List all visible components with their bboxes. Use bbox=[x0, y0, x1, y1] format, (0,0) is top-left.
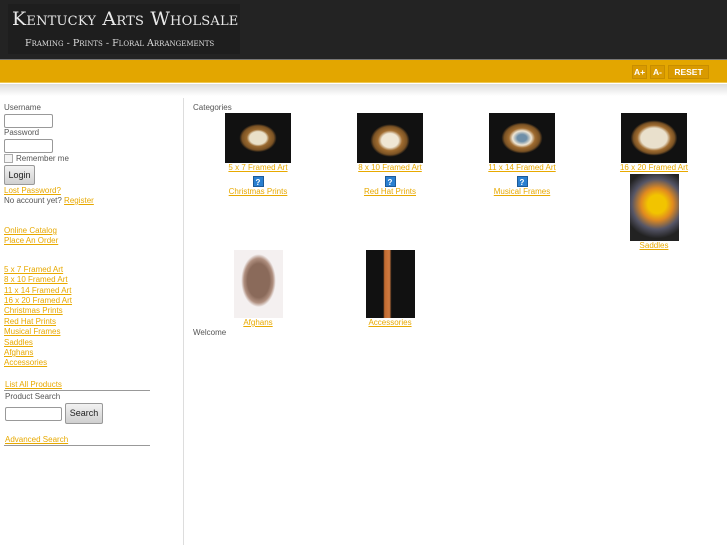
menu-christmas-prints[interactable]: Christmas Prints bbox=[4, 306, 63, 315]
product-search-label: Product Search bbox=[5, 392, 61, 401]
afghan-image[interactable] bbox=[233, 250, 283, 318]
menu-musical-frames[interactable]: Musical Frames bbox=[4, 327, 60, 336]
category-link[interactable]: Saddles bbox=[640, 241, 669, 250]
font-size-bar: A+ A- RESET bbox=[0, 59, 727, 83]
menu-afghans[interactable]: Afghans bbox=[4, 348, 33, 357]
floral-arrangement-image[interactable] bbox=[629, 174, 679, 241]
remember-me-label: Remember me bbox=[16, 154, 69, 163]
category-5x7[interactable]: 5 x 7 Framed Art bbox=[198, 113, 318, 172]
framed-art-image[interactable] bbox=[621, 113, 687, 163]
category-afghans[interactable]: Afghans bbox=[198, 250, 318, 327]
category-musical-frames[interactable]: ? Musical Frames bbox=[462, 176, 582, 196]
nav-place-order[interactable]: Place An Order bbox=[4, 236, 58, 245]
category-11x14[interactable]: 11 x 14 Framed Art bbox=[462, 113, 582, 172]
site-header: Kentucky Arts Wholsale Framing - Prints … bbox=[0, 0, 727, 59]
category-link[interactable]: 5 x 7 Framed Art bbox=[228, 163, 287, 172]
category-accessories[interactable]: Accessories bbox=[330, 250, 450, 327]
no-account-label: No account yet? bbox=[4, 196, 62, 205]
category-link[interactable]: Christmas Prints bbox=[229, 187, 288, 196]
menu-saddles[interactable]: Saddles bbox=[4, 338, 33, 347]
menu-11x14[interactable]: 11 x 14 Framed Art bbox=[4, 286, 71, 295]
category-red-hat-prints[interactable]: ? Red Hat Prints bbox=[330, 176, 450, 196]
search-button[interactable]: Search bbox=[65, 403, 103, 424]
divider bbox=[4, 445, 150, 446]
missing-image-icon[interactable]: ? bbox=[516, 176, 528, 187]
category-link[interactable]: Musical Frames bbox=[494, 187, 550, 196]
framed-art-image[interactable] bbox=[489, 113, 555, 163]
advanced-search-link[interactable]: Advanced Search bbox=[5, 435, 68, 444]
category-christmas-prints[interactable]: ? Christmas Prints bbox=[198, 176, 318, 196]
category-link[interactable]: 16 x 20 Framed Art bbox=[620, 163, 688, 172]
missing-image-icon[interactable]: ? bbox=[252, 176, 264, 187]
category-link[interactable]: Red Hat Prints bbox=[364, 187, 416, 196]
product-search-input[interactable] bbox=[5, 407, 62, 421]
site-title: Kentucky Arts Wholsale bbox=[12, 8, 239, 30]
list-all-products-link[interactable]: List All Products bbox=[5, 380, 62, 389]
password-label: Password bbox=[4, 128, 40, 137]
password-input[interactable] bbox=[4, 139, 53, 153]
font-reset-button[interactable]: RESET bbox=[668, 65, 709, 79]
site-logo[interactable]: Kentucky Arts Wholsale Framing - Prints … bbox=[8, 4, 240, 54]
categories-heading: Categories bbox=[193, 103, 232, 112]
login-button[interactable]: Login bbox=[4, 165, 35, 185]
menu-5x7[interactable]: 5 x 7 Framed Art bbox=[4, 265, 63, 274]
category-16x20[interactable]: 16 x 20 Framed Art bbox=[594, 113, 714, 172]
font-increase-button[interactable]: A+ bbox=[632, 65, 647, 79]
category-8x10[interactable]: 8 x 10 Framed Art bbox=[330, 113, 450, 172]
font-decrease-button[interactable]: A- bbox=[650, 65, 665, 79]
nav-online-catalog[interactable]: Online Catalog bbox=[4, 226, 57, 235]
username-label: Username bbox=[4, 103, 41, 112]
site-tagline: Framing - Prints - Floral Arrangements bbox=[25, 38, 215, 49]
category-link[interactable]: 11 x 14 Framed Art bbox=[488, 163, 555, 172]
framed-art-image[interactable] bbox=[357, 113, 423, 163]
menu-8x10[interactable]: 8 x 10 Framed Art bbox=[4, 275, 68, 284]
welcome-heading: Welcome bbox=[193, 328, 227, 337]
lost-password-link[interactable]: Lost Password? bbox=[4, 186, 61, 195]
category-link[interactable]: Accessories bbox=[368, 318, 411, 327]
no-account-text: No account yet? Register bbox=[4, 196, 94, 205]
menu-16x20[interactable]: 16 x 20 Framed Art bbox=[4, 296, 72, 305]
wind-chime-image[interactable] bbox=[365, 250, 415, 318]
missing-image-icon[interactable]: ? bbox=[384, 176, 396, 187]
category-saddles[interactable]: Saddles bbox=[594, 174, 714, 250]
remember-me-checkbox[interactable] bbox=[4, 154, 13, 163]
register-link[interactable]: Register bbox=[64, 196, 94, 205]
username-input[interactable] bbox=[4, 114, 53, 128]
category-link[interactable]: 8 x 10 Framed Art bbox=[358, 163, 422, 172]
menu-accessories[interactable]: Accessories bbox=[4, 358, 47, 367]
divider bbox=[4, 390, 150, 391]
category-link[interactable]: Afghans bbox=[243, 318, 272, 327]
header-shadow bbox=[0, 84, 727, 96]
menu-red-hat-prints[interactable]: Red Hat Prints bbox=[4, 317, 56, 326]
framed-art-image[interactable] bbox=[225, 113, 291, 163]
